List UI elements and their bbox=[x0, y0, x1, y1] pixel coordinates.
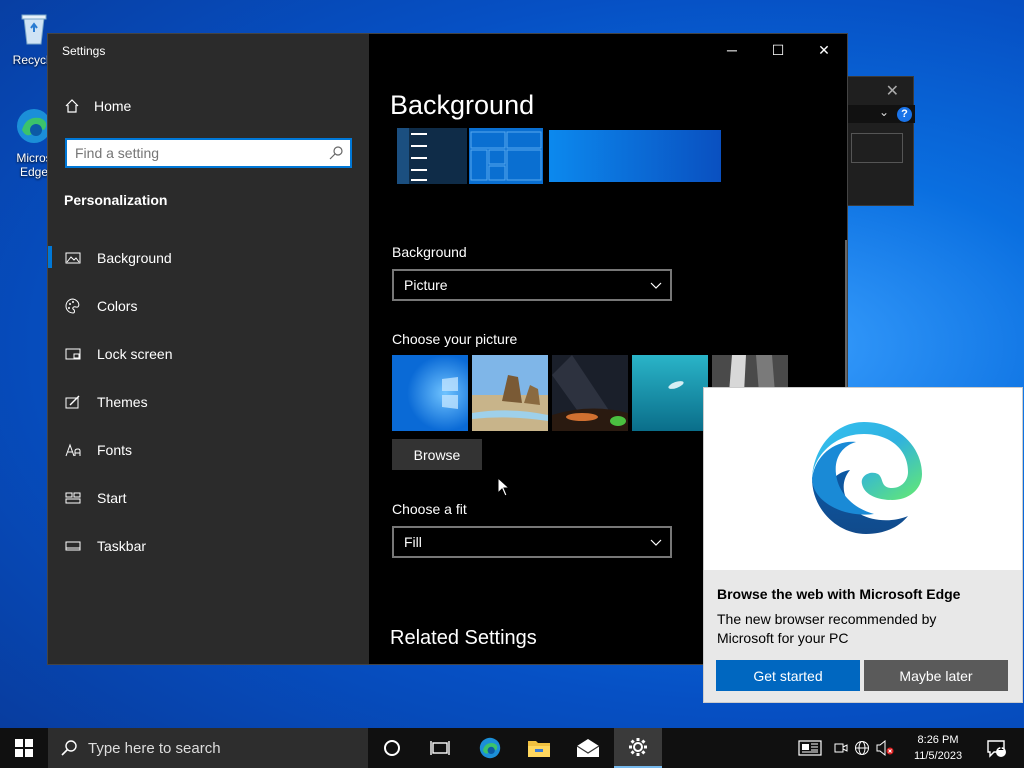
gear-icon bbox=[629, 738, 647, 756]
background-dropdown[interactable]: Picture bbox=[392, 269, 672, 301]
nav-list: Background Colors Lock screen Themes Fon… bbox=[48, 234, 369, 570]
edge-promo-popup: Browse the web with Microsoft Edge The n… bbox=[703, 387, 1023, 703]
popup-heading: Browse the web with Microsoft Edge bbox=[717, 586, 961, 602]
home-icon bbox=[65, 99, 79, 113]
clock-date: 11/5/2023 bbox=[913, 750, 963, 762]
nav-home[interactable]: Home bbox=[64, 98, 131, 114]
themes-icon bbox=[65, 395, 80, 409]
taskbar-edge[interactable] bbox=[466, 728, 514, 768]
system-tray bbox=[798, 728, 894, 768]
edge-icon bbox=[479, 737, 501, 759]
popup-description: The new browser recommended by Microsoft… bbox=[717, 611, 937, 646]
chevron-down-icon bbox=[650, 282, 662, 289]
network-globe-icon[interactable] bbox=[854, 740, 870, 756]
task-view-icon bbox=[430, 741, 450, 755]
minimize-button[interactable]: ─ bbox=[709, 34, 755, 66]
maybe-later-button[interactable]: Maybe later bbox=[864, 660, 1008, 691]
close-icon[interactable]: ✕ bbox=[886, 81, 899, 101]
nav-item-lock-screen[interactable]: Lock screen bbox=[48, 330, 369, 378]
chevron-down-icon bbox=[650, 539, 662, 546]
nav-item-taskbar[interactable]: Taskbar bbox=[48, 522, 369, 570]
nav-item-colors[interactable]: Colors bbox=[48, 282, 369, 330]
edge-logo-area bbox=[704, 388, 1022, 570]
nav-item-start[interactable]: Start bbox=[48, 474, 369, 522]
clock-time: 8:26 PM bbox=[917, 734, 959, 746]
fit-dropdown-value: Fill bbox=[404, 534, 422, 550]
nav-item-fonts[interactable]: Fonts bbox=[48, 426, 369, 474]
page-title: Background bbox=[390, 90, 535, 120]
taskbar-file-explorer[interactable] bbox=[515, 728, 563, 768]
thumbnail-underwater[interactable] bbox=[632, 355, 708, 431]
browse-button[interactable]: Browse bbox=[392, 439, 482, 470]
task-view-button[interactable] bbox=[416, 728, 464, 768]
nav-item-label: Start bbox=[97, 490, 127, 506]
nav-item-label: Lock screen bbox=[97, 346, 173, 362]
volume-muted-icon[interactable] bbox=[876, 740, 894, 756]
action-center-button[interactable]: 1 bbox=[972, 728, 1020, 768]
window-title: Settings bbox=[62, 44, 106, 58]
window-controls: ─ ☐ ✕ bbox=[709, 34, 847, 66]
news-widget-icon[interactable] bbox=[798, 739, 822, 757]
background-dialog: ✕ ⌄ ? bbox=[846, 76, 915, 206]
background-preview bbox=[397, 128, 721, 184]
background-label: Background bbox=[392, 244, 467, 260]
nav-item-background[interactable]: Background bbox=[48, 234, 369, 282]
chevron-down-icon[interactable]: ⌄ bbox=[879, 105, 889, 119]
taskbar-search[interactable] bbox=[48, 728, 368, 768]
start-icon bbox=[65, 492, 81, 504]
fit-dropdown[interactable]: Fill bbox=[392, 526, 672, 558]
nav-item-label: Background bbox=[97, 250, 172, 266]
windows-logo-icon bbox=[15, 739, 33, 757]
choose-picture-label: Choose your picture bbox=[392, 331, 518, 347]
section-title: Personalization bbox=[64, 192, 168, 208]
picture-icon bbox=[65, 252, 81, 264]
notification-count: 1 bbox=[998, 742, 1004, 753]
taskbar-search-input[interactable] bbox=[88, 739, 348, 757]
cortana-button[interactable] bbox=[368, 728, 416, 768]
folder-icon bbox=[528, 741, 550, 757]
content-scrollbar[interactable] bbox=[845, 240, 847, 400]
thumbnail-windows-blue[interactable] bbox=[392, 355, 468, 431]
cortana-icon bbox=[384, 740, 400, 756]
edge-logo-icon bbox=[812, 422, 922, 534]
search-input[interactable] bbox=[67, 140, 350, 166]
taskbar: 8:26 PM 11/5/2023 1 bbox=[0, 728, 1024, 768]
background-dropdown-value: Picture bbox=[404, 277, 448, 293]
nav-home-label: Home bbox=[94, 98, 132, 114]
dialog-field[interactable] bbox=[851, 133, 903, 163]
close-button[interactable]: ✕ bbox=[801, 34, 847, 66]
nav-item-label: Themes bbox=[97, 394, 148, 410]
get-started-button[interactable]: Get started bbox=[716, 660, 860, 691]
taskbar-icon bbox=[65, 541, 81, 551]
nav-item-themes[interactable]: Themes bbox=[48, 378, 369, 426]
search-icon bbox=[329, 146, 343, 160]
maximize-button[interactable]: ☐ bbox=[755, 34, 801, 66]
help-icon[interactable]: ? bbox=[897, 107, 912, 122]
palette-icon bbox=[65, 298, 80, 314]
settings-sidebar: Settings Home Personalization Background bbox=[48, 34, 369, 664]
nav-item-label: Colors bbox=[97, 298, 138, 314]
nav-item-label: Taskbar bbox=[97, 538, 147, 554]
thumbnail-beach-rocks[interactable] bbox=[472, 355, 548, 431]
related-settings-heading: Related Settings bbox=[390, 627, 537, 649]
find-setting-search[interactable] bbox=[65, 138, 352, 168]
taskbar-clock[interactable]: 8:26 PM 11/5/2023 bbox=[906, 732, 970, 764]
taskbar-settings[interactable] bbox=[614, 728, 662, 768]
mouse-cursor-icon bbox=[497, 477, 509, 497]
mail-icon bbox=[576, 739, 600, 757]
lock-screen-icon bbox=[65, 348, 81, 360]
thumbnail-night-sky[interactable] bbox=[552, 355, 628, 431]
fonts-icon bbox=[65, 443, 81, 457]
choose-fit-label: Choose a fit bbox=[392, 501, 467, 517]
start-button[interactable] bbox=[0, 728, 48, 768]
meet-now-icon[interactable] bbox=[834, 740, 848, 756]
search-icon bbox=[61, 740, 77, 756]
taskbar-mail[interactable] bbox=[564, 728, 612, 768]
nav-item-label: Fonts bbox=[97, 442, 133, 458]
